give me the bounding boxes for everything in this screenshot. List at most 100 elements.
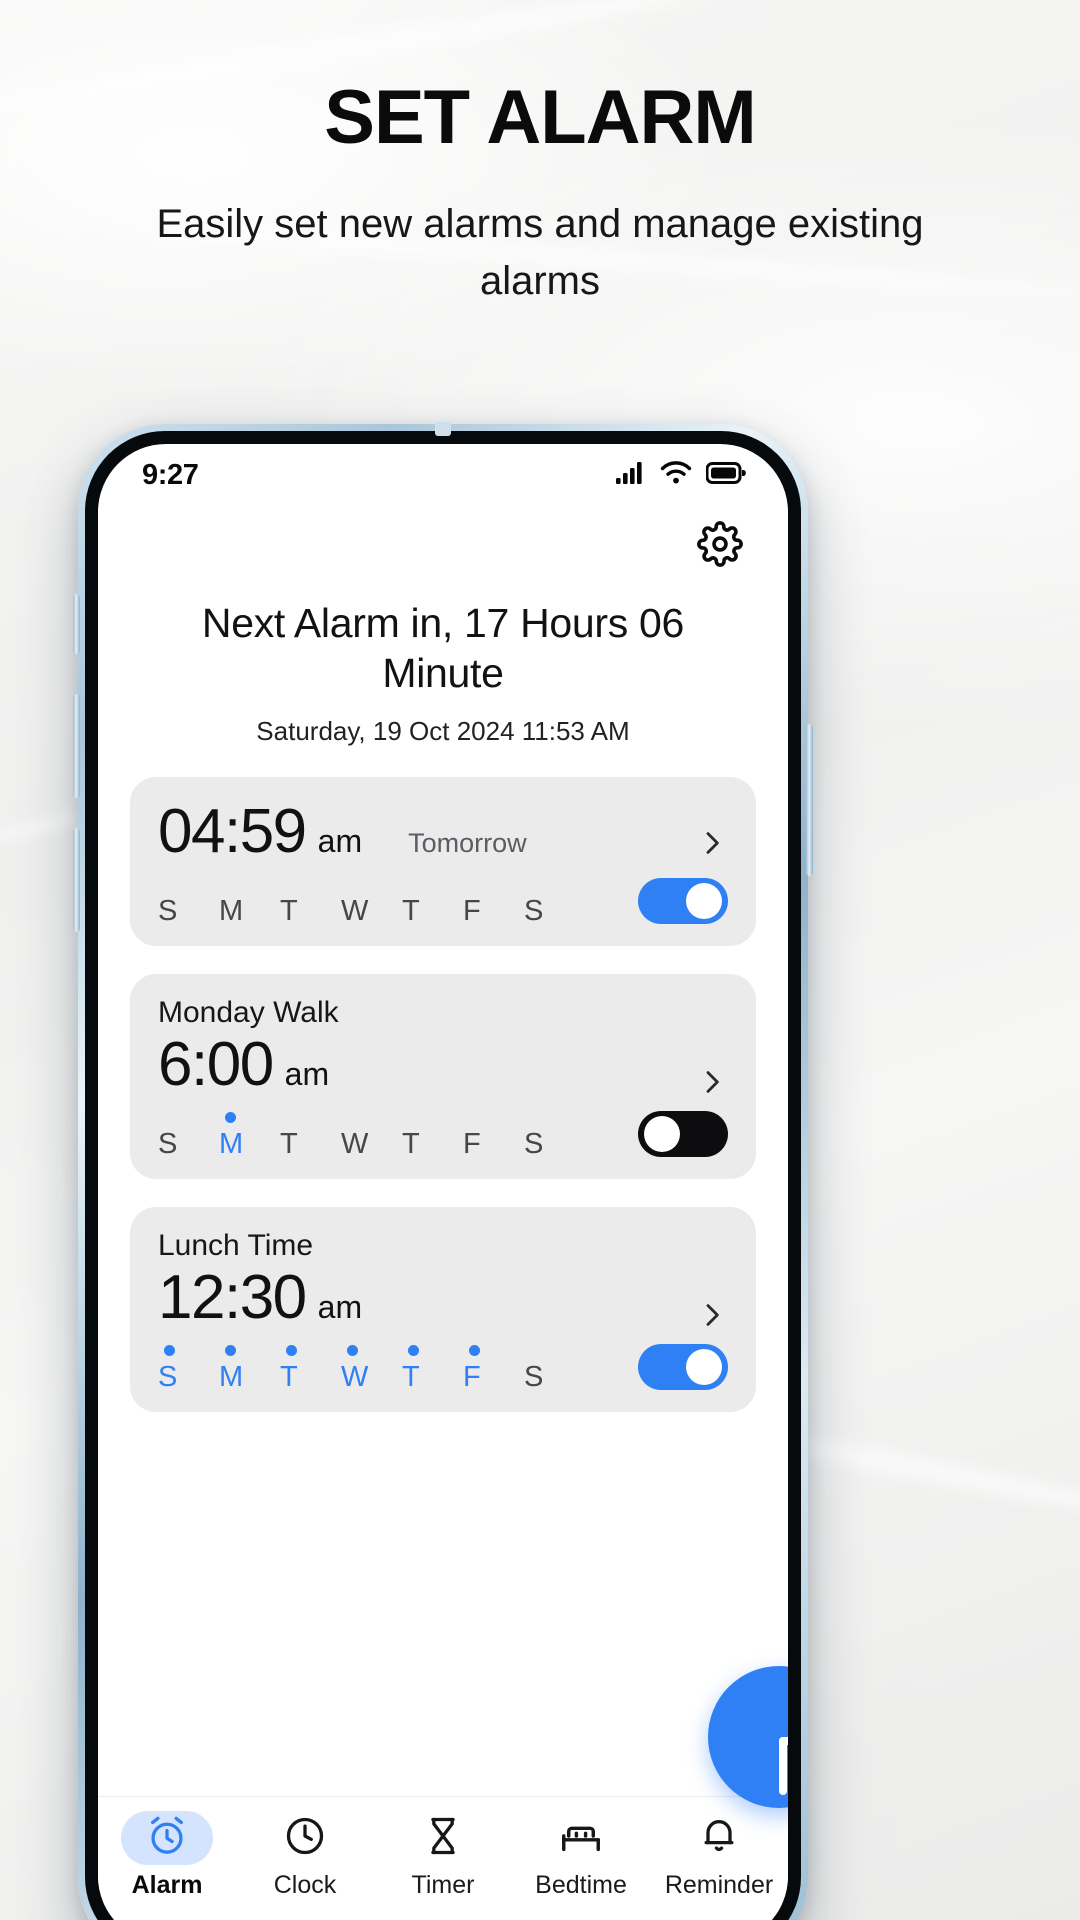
day-letter: W <box>341 1361 369 1394</box>
battery-icon <box>705 461 746 489</box>
settings-button[interactable] <box>694 520 746 572</box>
day-letter: T <box>402 1128 420 1161</box>
day-toggle-sun[interactable]: S <box>158 1345 219 1392</box>
day-letter: W <box>341 895 369 928</box>
promo-subtitle: Easily set new alarms and manage existin… <box>156 201 924 303</box>
alarm-card[interactable]: 04:59 am Tomorrow S M T W T F S <box>130 777 756 947</box>
phone-button-power <box>806 724 813 876</box>
day-letter: M <box>219 1361 244 1394</box>
day-letter: T <box>280 1361 298 1394</box>
nav-pill <box>259 1811 351 1865</box>
alarm-days-row: S M T W T F S <box>158 878 728 926</box>
day-letter: T <box>280 1128 298 1161</box>
day-letter: M <box>219 1128 244 1161</box>
day-toggle-mon[interactable]: M <box>219 1112 280 1159</box>
day-toggle-thu[interactable]: T <box>402 1345 463 1392</box>
day-letter: T <box>280 895 298 928</box>
day-active-dot <box>225 1345 236 1357</box>
alarm-enable-toggle[interactable] <box>638 1344 728 1391</box>
phone-button-volume-up <box>73 694 80 798</box>
alarm-time: 6:00 <box>158 1030 274 1100</box>
day-active-dot <box>347 1345 358 1357</box>
day-toggle-wed[interactable]: W <box>341 1112 402 1159</box>
alarm-days-row: S M T W T F S <box>158 1111 728 1159</box>
day-letter: M <box>219 895 244 928</box>
nav-item-clock[interactable]: Clock <box>236 1811 374 1900</box>
app-header <box>98 506 788 572</box>
nav-item-reminder[interactable]: Reminder <box>650 1811 788 1900</box>
bottom-navigation: Alarm Clock Timer Bedtime Reminder <box>98 1796 788 1920</box>
day-toggle-sat[interactable]: S <box>524 1345 585 1392</box>
nav-label-timer: Timer <box>411 1871 475 1899</box>
nav-label-reminder: Reminder <box>664 1871 774 1899</box>
promo-title: SET ALARM <box>324 75 757 160</box>
nav-item-bedtime[interactable]: Bedtime <box>512 1811 650 1900</box>
nav-pill <box>397 1811 489 1865</box>
alarm-days-row: S M T W T F S <box>158 1344 728 1392</box>
signal-icon <box>616 461 646 490</box>
day-toggle-fri[interactable]: F <box>463 1112 524 1159</box>
day-toggle-sun[interactable]: S <box>158 1112 219 1159</box>
day-active-dot <box>408 1345 419 1357</box>
day-active-dot <box>286 1345 297 1357</box>
alarm-list: 04:59 am Tomorrow S M T W T F S Monday W… <box>98 777 788 1413</box>
clock-icon <box>283 1814 327 1863</box>
add-alarm-fab[interactable] <box>708 1666 788 1808</box>
day-toggle-tue[interactable]: T <box>280 1112 341 1159</box>
alarm-card[interactable]: Monday Walk 6:00 am S M T W T F S <box>130 974 756 1180</box>
bed-icon <box>558 1813 604 1864</box>
nav-item-timer[interactable]: Timer <box>374 1811 512 1900</box>
day-toggle-sun[interactable]: S <box>158 879 219 926</box>
alarm-enable-toggle[interactable] <box>638 878 728 925</box>
day-toggle-thu[interactable]: T <box>402 879 463 926</box>
day-selector: S M T W T F S <box>158 1345 588 1392</box>
day-letter: S <box>524 1128 544 1161</box>
alarm-time-row: 04:59 am Tomorrow <box>158 799 728 864</box>
next-alarm-title: Next Alarm in, 17 Hours 06 Minute <box>201 600 685 697</box>
phone-screen: 9:27 Next Alarm in, 17 Hours 06 Minute S… <box>98 444 788 1920</box>
day-toggle-sat[interactable]: S <box>524 1112 585 1159</box>
day-letter: W <box>341 1128 369 1161</box>
alarm-label: Monday Walk <box>158 996 339 1030</box>
day-toggle-tue[interactable]: T <box>280 1345 341 1392</box>
chevron-right-icon[interactable] <box>696 827 728 864</box>
earpiece-slit <box>435 422 451 436</box>
alarm-enable-toggle[interactable] <box>638 1111 728 1158</box>
day-active-dot <box>225 1112 236 1124</box>
day-toggle-wed[interactable]: W <box>341 879 402 926</box>
status-bar: 9:27 <box>98 444 788 506</box>
day-letter: S <box>524 1361 544 1394</box>
day-letter: F <box>463 895 481 928</box>
nav-label-bedtime: Bedtime <box>535 1871 627 1899</box>
nav-pill <box>535 1811 627 1865</box>
day-letter: S <box>158 1361 178 1394</box>
day-active-dot <box>469 1345 480 1357</box>
alarm-meridiem: am <box>317 823 363 860</box>
day-letter: S <box>158 1128 178 1161</box>
day-toggle-fri[interactable]: F <box>463 879 524 926</box>
alarm-meridiem: am <box>284 1056 330 1093</box>
day-toggle-mon[interactable]: M <box>219 879 280 926</box>
alarm-card[interactable]: Lunch Time 12:30 am S M T W T F S <box>130 1207 756 1413</box>
day-toggle-sat[interactable]: S <box>524 879 585 926</box>
day-toggle-tue[interactable]: T <box>280 879 341 926</box>
day-toggle-mon[interactable]: M <box>219 1345 280 1392</box>
phone-button-volume-down <box>73 828 80 932</box>
alarm-when-label: Tomorrow <box>408 828 527 859</box>
alarm-clock-icon <box>145 1814 189 1863</box>
promo-header: SET ALARM Easily set new alarms and mana… <box>0 78 1080 309</box>
day-toggle-fri[interactable]: F <box>463 1345 524 1392</box>
nav-pill <box>673 1811 765 1865</box>
alarm-label: Lunch Time <box>158 1229 314 1263</box>
status-bar-clock: 9:27 <box>142 458 199 491</box>
nav-item-alarm[interactable]: Alarm <box>98 1811 236 1900</box>
day-selector: S M T W T F S <box>158 1112 588 1159</box>
chevron-right-icon[interactable] <box>696 1299 728 1336</box>
day-selector: S M T W T F S <box>158 879 588 926</box>
day-letter: S <box>524 895 544 928</box>
chevron-right-icon[interactable] <box>696 1066 728 1103</box>
day-letter: S <box>158 895 178 928</box>
day-toggle-wed[interactable]: W <box>341 1345 402 1392</box>
day-toggle-thu[interactable]: T <box>402 1112 463 1159</box>
wifi-icon <box>660 460 692 490</box>
